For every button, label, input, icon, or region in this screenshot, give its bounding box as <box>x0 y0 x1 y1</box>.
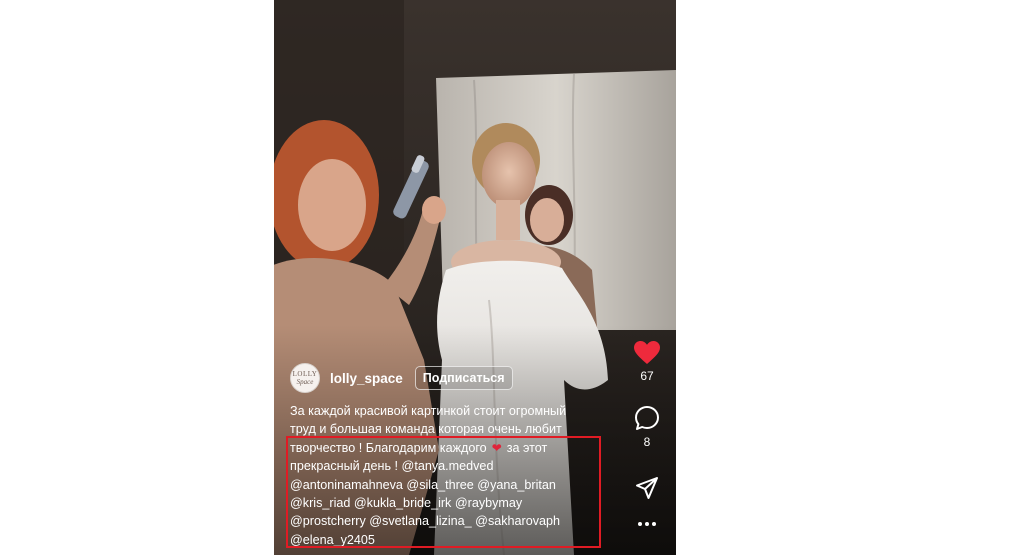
share-action[interactable] <box>626 476 668 500</box>
like-count: 67 <box>640 369 654 383</box>
avatar[interactable]: LOLLY Space <box>290 363 320 393</box>
avatar-text-top: LOLLY <box>292 369 318 378</box>
avatar-text-bottom: Space <box>296 377 314 386</box>
comment-action[interactable]: 8 <box>626 405 668 449</box>
post-author-row: LOLLY Space lolly_space Подписаться <box>290 363 513 393</box>
share-icon[interactable] <box>635 476 659 500</box>
more-action[interactable] <box>626 520 668 528</box>
like-action[interactable]: 67 <box>626 340 668 383</box>
comment-icon[interactable] <box>634 405 660 431</box>
more-icon[interactable] <box>636 520 658 528</box>
reel-viewer: LOLLY Space lolly_space Подписаться За к… <box>274 0 676 555</box>
comment-count: 8 <box>643 435 651 449</box>
caption-line: За каждой красивой картинкой стоит огром… <box>290 404 567 418</box>
username[interactable]: lolly_space <box>330 371 403 386</box>
highlight-annotation-box <box>286 436 601 548</box>
heart-icon[interactable] <box>633 340 661 365</box>
follow-button[interactable]: Подписаться <box>414 366 513 390</box>
